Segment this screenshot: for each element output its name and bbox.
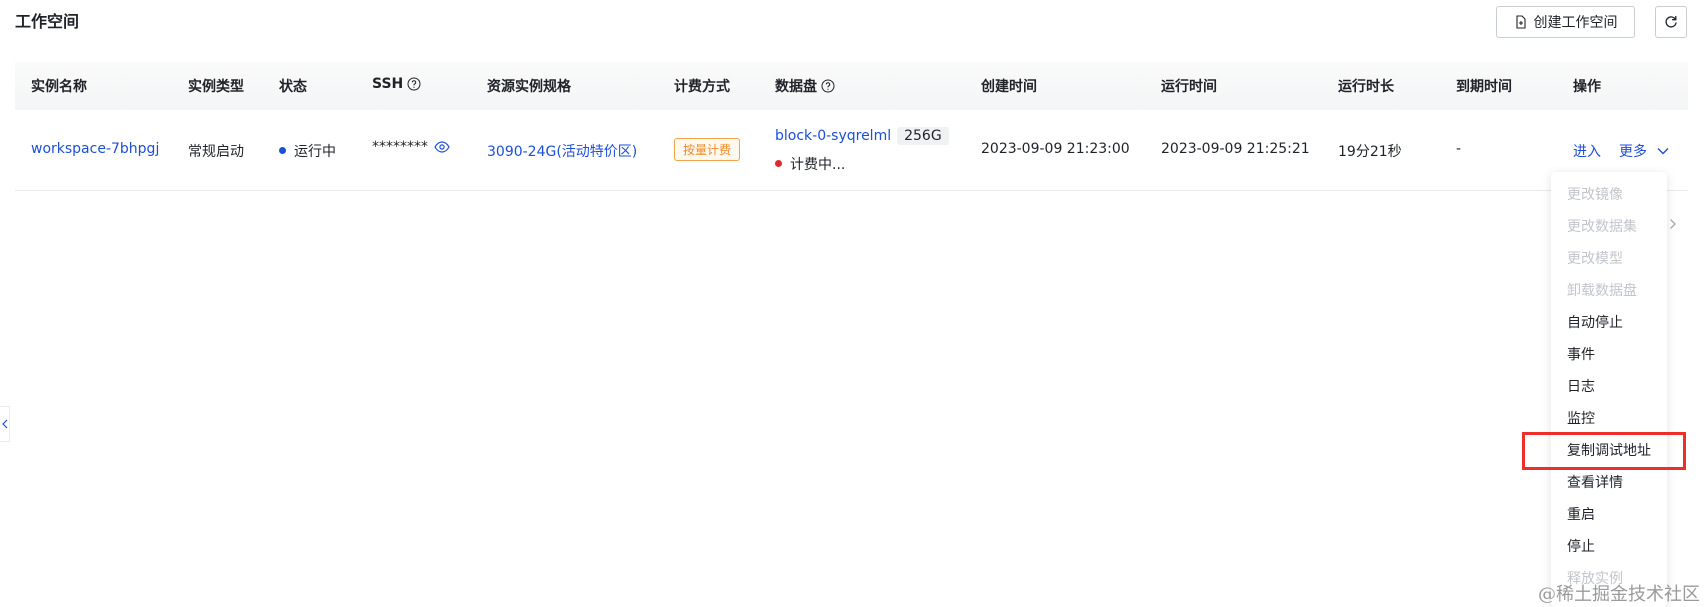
create-workspace-button[interactable]: 创建工作空间 [1496,6,1635,38]
menu-item-change-model: 更改模型 [1567,251,1623,267]
billing-tag: 按量计费 [674,138,741,161]
menu-item-change-image: 更改镜像 [1567,187,1623,203]
status-dot-icon [279,146,286,154]
col-status: 状态 [279,79,307,95]
create-workspace-label: 创建工作空间 [1533,15,1618,31]
help-icon[interactable] [407,77,421,91]
menu-item-change-dataset: 更改数据集 [1567,219,1637,235]
col-resource-spec: 资源实例规格 [487,79,571,95]
more-actions-menu: 更改镜像 更改数据集 更改模型 卸载数据盘 自动停止 事件 日志 监控 复制调试… [1551,172,1667,607]
disk-billing-text: 计费中... [790,157,846,173]
data-disk-link[interactable]: block-0-syqrelml [775,128,891,144]
col-data-disk: 数据盘 [775,76,835,96]
eye-icon[interactable] [434,141,450,153]
more-dropdown-toggle[interactable]: 更多 [1619,141,1669,161]
status-text: 运行中 [294,144,336,160]
billing-cell: 按量计费 [674,138,741,161]
col-run-time: 运行时间 [1161,79,1217,95]
run-time: 2023-09-09 21:25:21 [1161,141,1310,157]
page-title: 工作空间 [15,12,80,31]
enter-link[interactable]: 进入 [1573,141,1601,161]
col-ssh: SSH [372,76,421,92]
col-actions: 操作 [1573,79,1601,95]
col-billing: 计费方式 [674,79,730,95]
menu-item-auto-stop[interactable]: 自动停止 [1567,312,1623,332]
created-time: 2023-09-09 21:23:00 [981,141,1130,157]
menu-item-restart[interactable]: 重启 [1567,504,1595,524]
sidebar-collapse-toggle[interactable] [0,406,10,442]
col-data-disk-label: 数据盘 [775,79,817,95]
chevron-right-icon[interactable] [1669,218,1677,234]
instance-name-link[interactable]: workspace-7bhpgj [31,141,159,157]
status-cell: 运行中 [279,141,336,161]
more-label: 更多 [1619,144,1647,160]
menu-item-stop[interactable]: 停止 [1567,536,1595,556]
col-created-time: 创建时间 [981,79,1037,95]
table-header: 实例名称 实例类型 状态 SSH 资源实例规格 计费方式 数据盘 创建时间 运行… [15,62,1688,110]
ssh-password: ******** [372,139,428,155]
refresh-icon [1665,15,1677,28]
watermark: @稀土掘金技术社区 [1538,584,1700,605]
chevron-left-icon [1,419,7,429]
table-row: workspace-7bhpgj 常规启动 运行中 ******** 3090-… [15,110,1688,191]
highlight-annotation-box [1522,432,1686,470]
menu-item-view-details[interactable]: 查看详情 [1567,472,1623,492]
chevron-down-icon [1657,148,1669,155]
disk-size-badge: 256G [897,127,949,145]
menu-item-events[interactable]: 事件 [1567,344,1595,364]
expire-time: - [1456,141,1462,157]
col-instance-type: 实例类型 [188,79,244,95]
menu-item-unmount-disk: 卸载数据盘 [1567,283,1637,299]
instance-type: 常规启动 [188,144,244,160]
refresh-button[interactable] [1655,6,1687,38]
col-ssh-label: SSH [372,76,404,92]
file-add-icon [1515,15,1526,29]
run-duration: 19分21秒 [1338,144,1402,160]
billing-dot-icon [775,159,782,167]
ssh-cell: ******** [372,139,450,155]
data-disk-cell: block-0-syqrelml 256G [775,127,949,145]
col-duration: 运行时长 [1338,79,1394,95]
menu-item-logs[interactable]: 日志 [1567,376,1595,396]
resource-spec-link[interactable]: 3090-24G(活动特价区) [487,141,637,161]
col-instance-name: 实例名称 [31,79,87,95]
disk-billing-status: 计费中... [775,154,845,174]
menu-item-monitor[interactable]: 监控 [1567,408,1595,428]
col-expire-time: 到期时间 [1456,79,1512,95]
help-icon[interactable] [821,79,835,93]
